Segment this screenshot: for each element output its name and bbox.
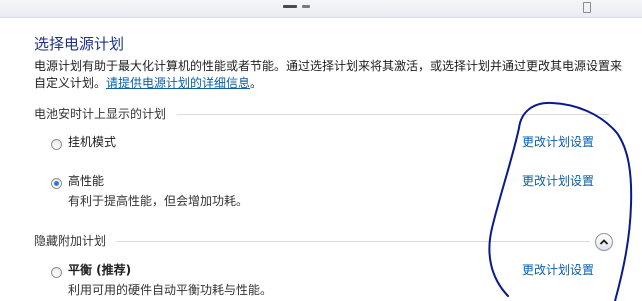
plan-name-high-performance[interactable]: 高性能 xyxy=(68,174,104,188)
toolbar-icon xyxy=(583,2,591,13)
page-description: 电源计划有助于最大化计算机的性能或者节能。通过选择计划来将其激活，或选择计划并通… xyxy=(34,58,624,92)
description-suffix: 。 xyxy=(250,76,263,90)
section-title-hidden-plans: 隐藏附加计划 xyxy=(34,234,107,248)
change-plan-settings-link-balanced[interactable]: 更改计划设置 xyxy=(522,263,594,277)
power-plan-info-link[interactable]: 请提供电源计划的详细信息 xyxy=(106,76,250,90)
section-divider xyxy=(177,114,609,115)
plan-name-balanced[interactable]: 平衡 (推荐) xyxy=(68,263,131,277)
change-plan-settings-link-high-performance[interactable]: 更改计划设置 xyxy=(522,174,594,188)
plan-description-high-performance: 有利于提高性能，但会增加功耗。 xyxy=(68,194,249,208)
chevron-up-icon xyxy=(599,239,609,245)
section-title-battery-plans: 电池安时计上显示的计划 xyxy=(34,107,167,121)
radio-plan-high-performance[interactable] xyxy=(51,178,62,189)
collapse-hidden-plans-button[interactable] xyxy=(595,233,613,251)
change-plan-settings-link-sleep[interactable]: 更改计划设置 xyxy=(522,135,594,149)
toolbar-mark xyxy=(302,5,310,8)
radio-plan-sleep[interactable] xyxy=(51,139,62,150)
page-title: 选择电源计划 xyxy=(34,35,125,53)
section-divider xyxy=(116,241,590,242)
plan-description-balanced: 利用可用的硬件自动平衡功耗与性能。 xyxy=(68,283,273,297)
toolbar-mark xyxy=(283,5,297,8)
window-top-bar xyxy=(0,0,642,18)
plan-name-sleep[interactable]: 挂机模式 xyxy=(68,135,116,149)
radio-plan-balanced[interactable] xyxy=(51,267,62,278)
